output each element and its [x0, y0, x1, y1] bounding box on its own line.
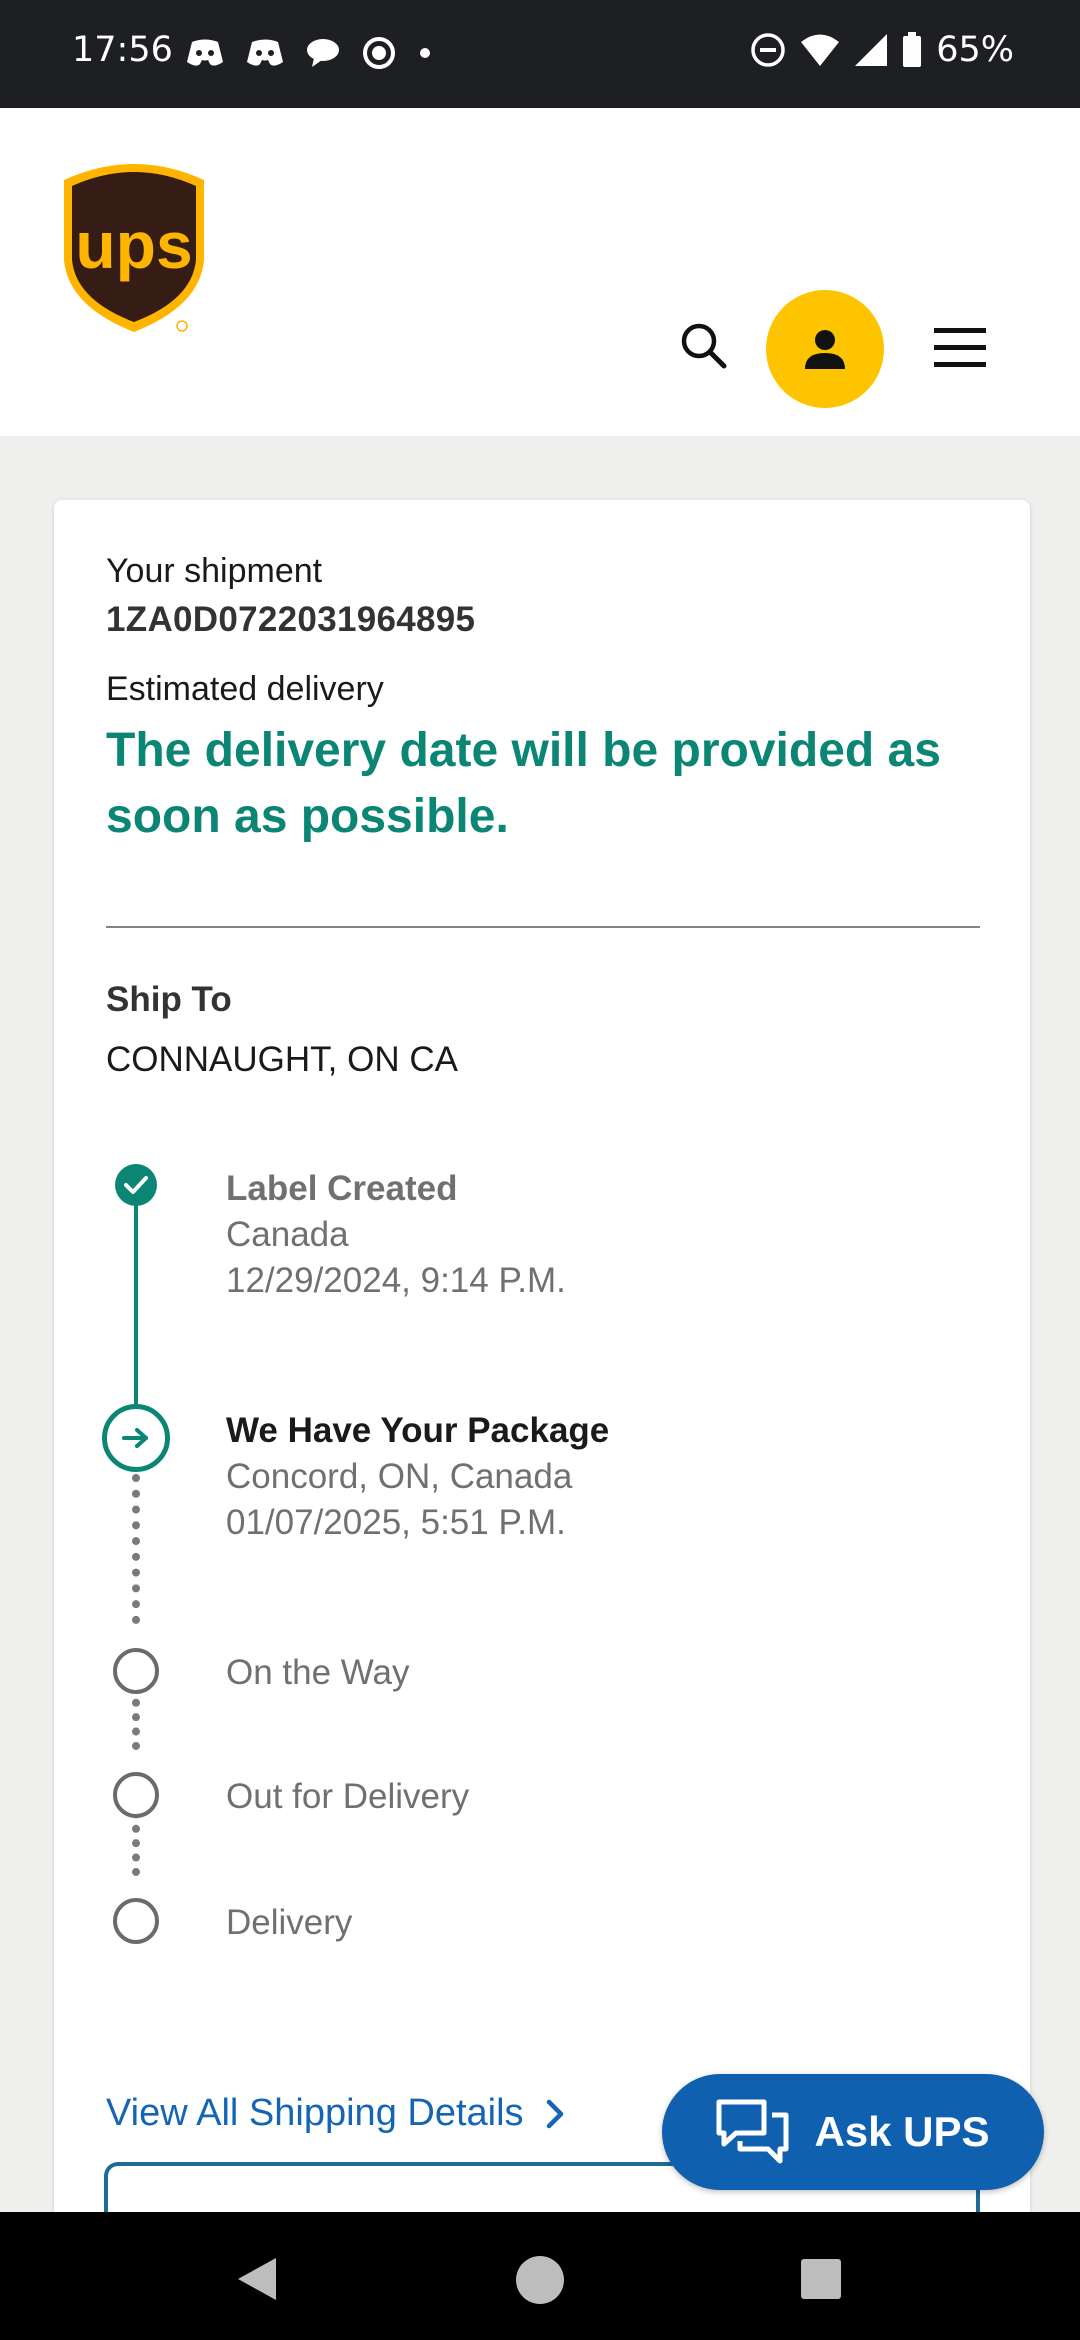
ask-ups-button[interactable]: Ask UPS: [662, 2074, 1044, 2190]
status-bar: 17:56 65%: [0, 0, 1080, 108]
discord-icon: [187, 39, 223, 66]
event-title: We Have Your Package: [226, 1411, 610, 1450]
search-button[interactable]: [676, 318, 732, 374]
timeline-node-pending: [113, 1898, 159, 1944]
status-time: 17:56: [72, 30, 173, 70]
event-title: Label Created: [226, 1169, 458, 1208]
event-location: Canada: [226, 1215, 349, 1254]
tracking-number: 1ZA0D0722031964895: [106, 600, 476, 639]
wifi-icon: [801, 34, 840, 66]
app-header: ups: [0, 108, 1080, 436]
delivery-message: The delivery date will be provided as so…: [106, 724, 941, 843]
chat-bubble-icon: [307, 39, 339, 67]
estimated-delivery-label: Estimated delivery: [106, 670, 384, 708]
do-not-disturb-icon: [751, 33, 785, 67]
event-datetime: 12/29/2024, 9:14 P.M.: [226, 1261, 566, 1300]
chevron-right-icon: [546, 2099, 563, 2128]
ship-to-label: Ship To: [106, 980, 232, 1019]
chat-icon: [716, 2099, 789, 2164]
arrow-right-icon: [122, 1428, 148, 1448]
timeline-node-pending: [113, 1772, 159, 1818]
svg-text:ups: ups: [75, 208, 192, 282]
recents-icon[interactable]: [800, 2258, 842, 2300]
cell-signal-icon: [855, 34, 888, 66]
account-icon: [805, 330, 845, 369]
timeline-event: On the Way: [226, 1650, 410, 1696]
system-nav-bar: [0, 2212, 1080, 2340]
timeline-event-current: We Have Your Package Concord, ON, Canada…: [226, 1408, 609, 1546]
discord-icon: [247, 39, 283, 66]
signal-app-icon: [363, 37, 395, 69]
divider: [106, 926, 980, 928]
timeline-event: Delivery: [226, 1900, 352, 1946]
ask-ups-label: Ask UPS: [814, 2108, 990, 2155]
ups-logo[interactable]: ups: [60, 156, 208, 334]
timeline-node-pending: [113, 1648, 159, 1694]
view-all-label: View All Shipping Details: [106, 2092, 524, 2134]
timeline-event: Label Created Canada 12/29/2024, 9:14 P.…: [226, 1166, 566, 1304]
notification-icons: [186, 36, 432, 70]
menu-button[interactable]: [932, 326, 988, 370]
system-icons: 65%: [750, 30, 1014, 70]
event-datetime: 01/07/2025, 5:51 P.M.: [226, 1503, 566, 1542]
battery-percent: 65%: [936, 30, 1014, 70]
timeline-event: Out for Delivery: [226, 1774, 469, 1820]
dot-icon: [420, 48, 430, 58]
timeline-line-pending: [132, 1474, 140, 1624]
shipment-card: Your shipment 1ZA0D0722031964895 Estimat…: [54, 500, 1030, 2282]
back-icon[interactable]: [234, 2256, 278, 2302]
ship-to-value: CONNAUGHT, ON CA: [106, 1040, 458, 1079]
event-title: Out for Delivery: [226, 1777, 470, 1816]
search-icon: [681, 323, 727, 369]
timeline-node-done: [115, 1164, 157, 1206]
timeline-line-complete: [134, 1200, 138, 1410]
home-icon[interactable]: [514, 2254, 566, 2306]
timeline-node-current: [102, 1404, 170, 1472]
battery-icon: [903, 32, 922, 67]
menu-icon: [934, 328, 986, 367]
view-all-shipping-details-link[interactable]: View All Shipping Details: [106, 2092, 566, 2135]
event-title: Delivery: [226, 1903, 353, 1942]
event-location: Concord, ON, Canada: [226, 1457, 573, 1496]
shipment-label: Your shipment: [106, 552, 323, 590]
account-button[interactable]: [766, 290, 884, 408]
event-title: On the Way: [226, 1653, 410, 1692]
checkmark-icon: [124, 1176, 148, 1194]
